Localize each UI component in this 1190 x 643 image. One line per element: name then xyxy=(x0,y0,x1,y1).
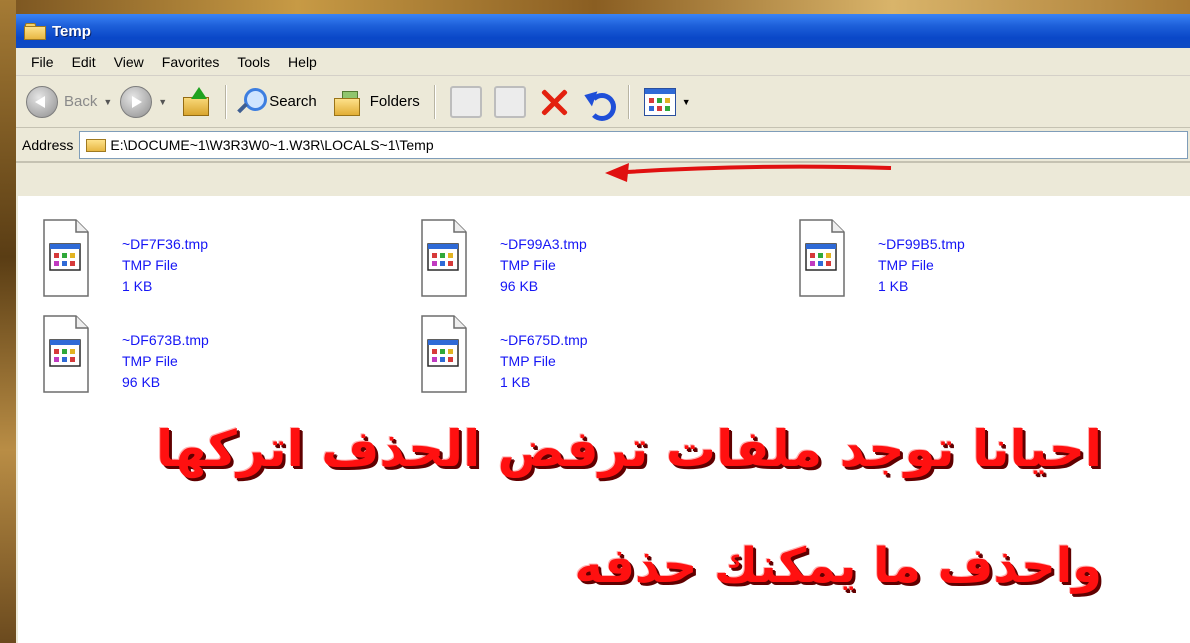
file-item[interactable]: ~DF99A3.tmp TMP File 96 KB xyxy=(420,218,720,308)
file-name: ~DF673B.tmp xyxy=(122,332,209,348)
back-dropdown-icon[interactable]: ▼ xyxy=(103,97,112,107)
back-label: Back xyxy=(64,93,98,110)
forward-dropdown-icon[interactable]: ▼ xyxy=(158,97,167,107)
tmp-file-icon xyxy=(43,219,89,297)
file-type: TMP File xyxy=(122,257,178,273)
address-field[interactable]: E:\DOCUME~1\W3R3W0~1.W3R\LOCALS~1\Temp xyxy=(79,130,1188,159)
up-button[interactable] xyxy=(175,82,217,122)
toolbar-separator xyxy=(433,84,436,119)
file-size: 96 KB xyxy=(122,374,161,390)
move-to-button[interactable] xyxy=(444,82,488,122)
window-title: Temp xyxy=(52,22,91,40)
file-item[interactable]: ~DF675D.tmp TMP File 1 KB xyxy=(420,314,720,404)
file-name: ~DF7F36.tmp xyxy=(122,236,208,252)
views-button[interactable]: ▼ xyxy=(638,82,699,122)
tmp-file-icon xyxy=(43,315,89,393)
undo-icon xyxy=(581,87,616,121)
address-label: Address xyxy=(22,136,74,153)
folder-icon xyxy=(24,23,46,40)
undo-button[interactable] xyxy=(576,82,620,122)
up-folder-icon xyxy=(181,86,211,117)
folders-label: Folders xyxy=(369,93,420,110)
delete-icon xyxy=(538,86,570,118)
menu-file[interactable]: File xyxy=(22,54,63,70)
search-button[interactable]: Search xyxy=(235,82,317,122)
move-to-icon xyxy=(449,85,482,118)
menu-edit[interactable]: Edit xyxy=(63,54,105,70)
desktop-background-top xyxy=(0,0,1190,14)
standard-toolbar: Back ▼ ▼ Search Folders ▼ xyxy=(16,76,1190,128)
address-path[interactable]: E:\DOCUME~1\W3R3W0~1.W3R\LOCALS~1\Temp xyxy=(110,137,433,153)
file-name: ~DF99B5.tmp xyxy=(878,236,965,252)
toolbar-separator xyxy=(627,84,630,119)
menu-view[interactable]: View xyxy=(105,54,153,70)
folder-icon xyxy=(86,137,107,152)
tmp-file-icon xyxy=(421,219,467,297)
file-size: 1 KB xyxy=(122,278,153,294)
toolbar-separator xyxy=(225,84,228,119)
views-icon xyxy=(643,87,676,116)
file-type: TMP File xyxy=(878,257,934,273)
views-dropdown-icon[interactable]: ▼ xyxy=(682,97,691,107)
file-type: TMP File xyxy=(500,353,556,369)
file-name: ~DF675D.tmp xyxy=(500,332,588,348)
menu-bar: File Edit View Favorites Tools Help xyxy=(16,48,1190,76)
search-icon xyxy=(235,87,268,117)
menu-tools[interactable]: Tools xyxy=(228,54,279,70)
file-size: 96 KB xyxy=(500,278,539,294)
desktop-background-left xyxy=(0,0,16,643)
file-type: TMP File xyxy=(500,257,556,273)
forward-icon xyxy=(120,85,153,118)
copy-to-button[interactable] xyxy=(488,82,532,122)
file-item[interactable]: ~DF673B.tmp TMP File 96 KB xyxy=(42,314,342,404)
delete-button[interactable] xyxy=(532,82,576,122)
file-item[interactable]: ~DF7F36.tmp TMP File 1 KB xyxy=(42,218,342,308)
annotation-line-2: واحذف ما يمكنك حذفه xyxy=(574,538,1102,594)
tmp-file-icon xyxy=(799,219,845,297)
title-bar[interactable]: Temp xyxy=(16,14,1190,48)
file-size: 1 KB xyxy=(878,278,909,294)
annotation-line-1: احيانا توجد ملفات ترفض الحذف اتركها xyxy=(156,420,1102,478)
copy-to-icon xyxy=(493,85,526,118)
file-size: 1 KB xyxy=(500,374,531,390)
forward-button[interactable]: ▼ xyxy=(120,82,175,122)
file-item[interactable]: ~DF99B5.tmp TMP File 1 KB xyxy=(798,218,1098,308)
file-type: TMP File xyxy=(122,353,178,369)
annotation-arrow xyxy=(605,163,892,182)
tmp-file-icon xyxy=(421,315,467,393)
address-bar: Address E:\DOCUME~1\W3R3W0~1.W3R\LOCALS~… xyxy=(16,128,1190,163)
file-name: ~DF99A3.tmp xyxy=(500,236,587,252)
folders-button[interactable]: Folders xyxy=(331,82,420,122)
folders-icon xyxy=(333,88,365,116)
back-icon xyxy=(26,85,58,118)
search-label: Search xyxy=(269,93,317,110)
back-button[interactable]: Back ▼ xyxy=(26,82,120,122)
menu-help[interactable]: Help xyxy=(279,54,326,70)
menu-favorites[interactable]: Favorites xyxy=(153,54,229,70)
